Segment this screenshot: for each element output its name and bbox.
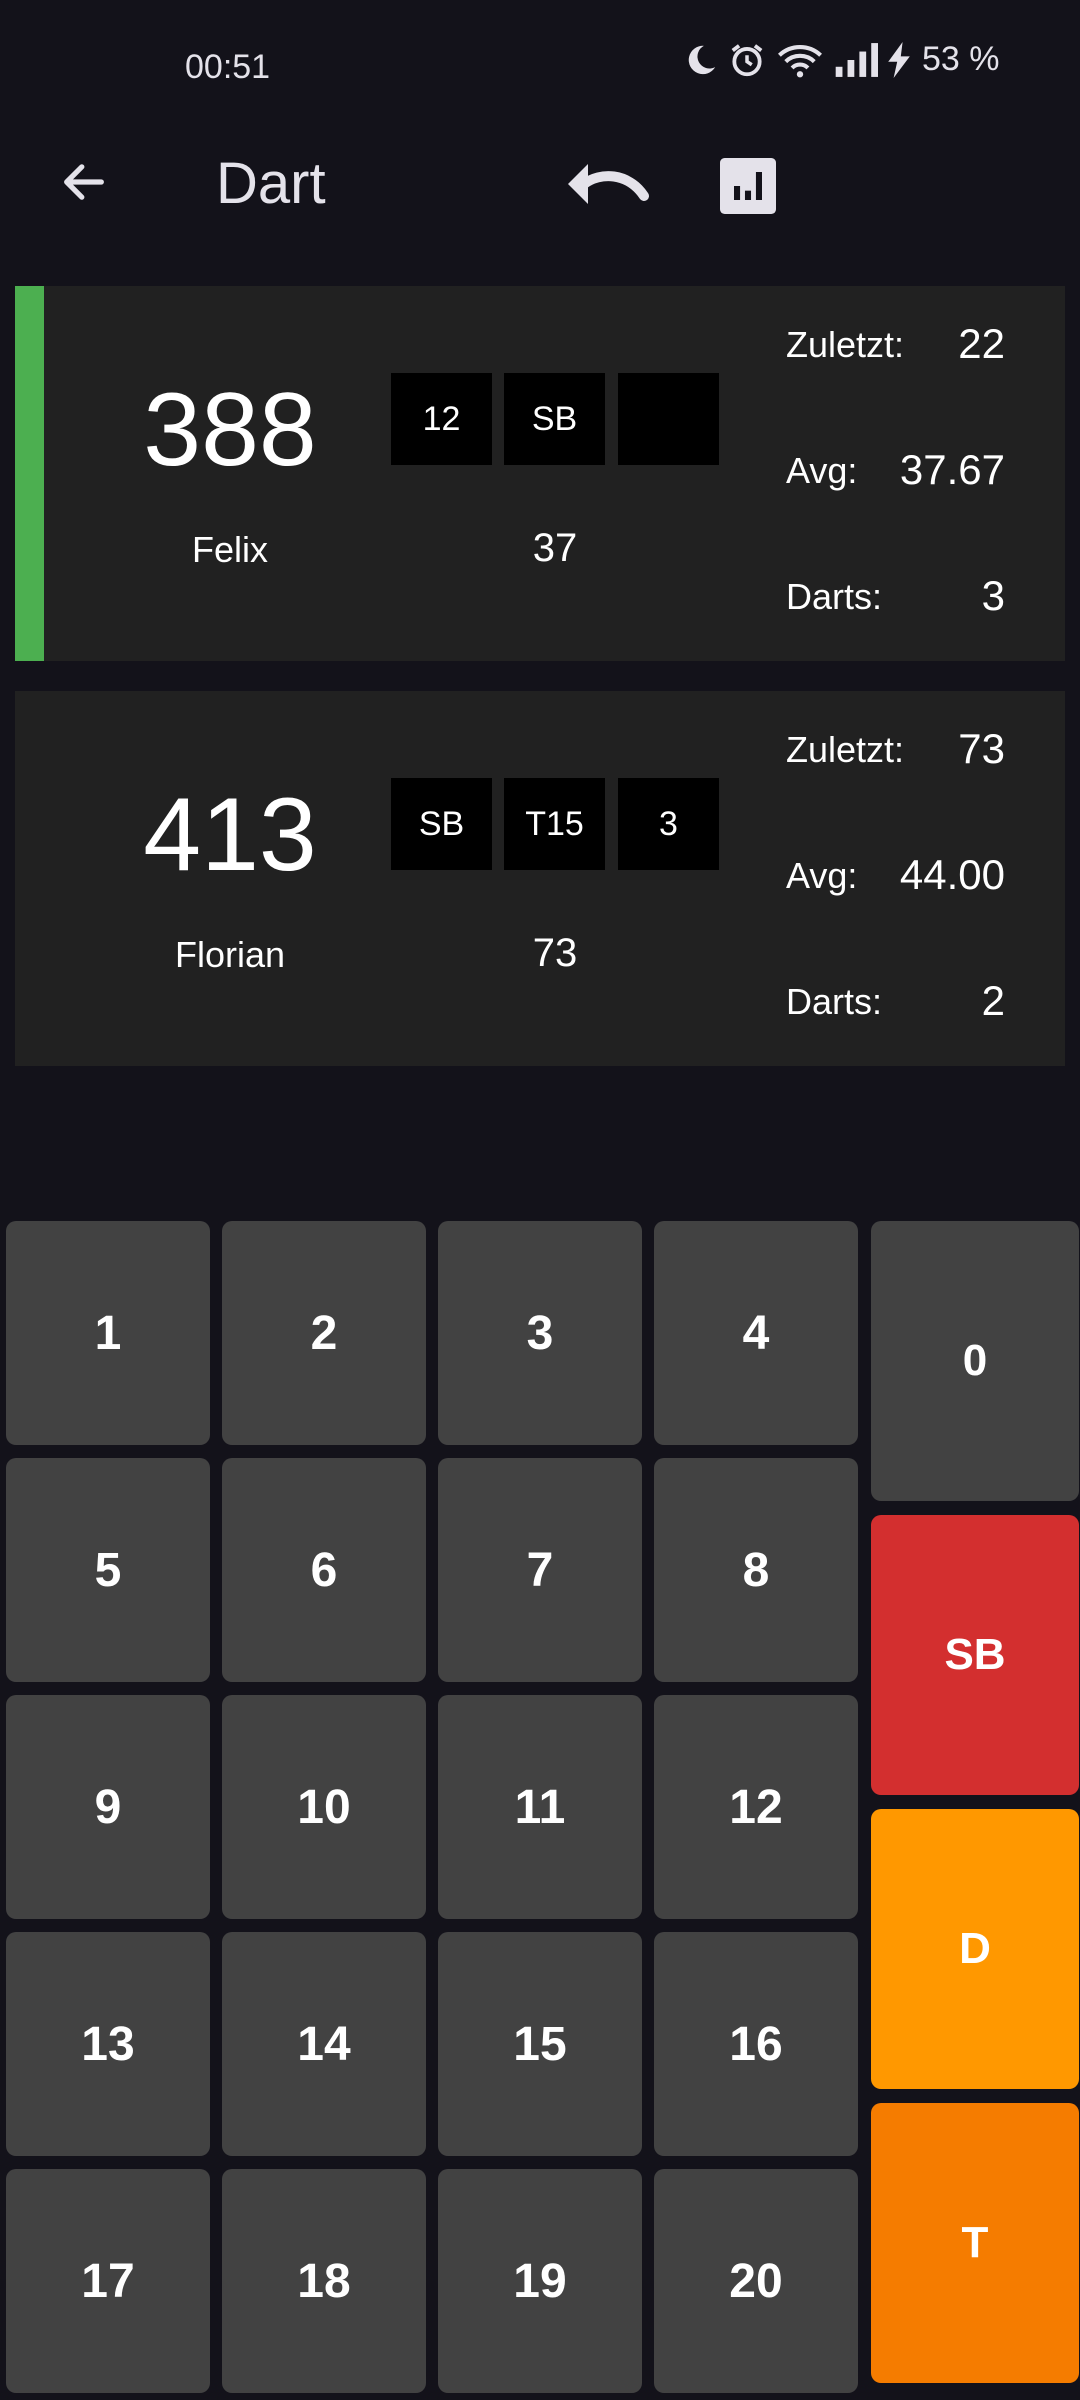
darts-label: Darts:: [786, 981, 883, 1022]
wifi-icon: [776, 41, 824, 79]
undo-icon: [564, 156, 652, 221]
key-13[interactable]: 13: [6, 1932, 210, 2156]
key-8[interactable]: 8: [654, 1458, 858, 1682]
player-score: 388: [143, 372, 317, 488]
avg-value: 37.67: [899, 446, 1005, 493]
avg-value: 44.00: [899, 851, 1005, 898]
player-card: 413 Florian SB T15 3 73 Zuletzt: 73 Avg:…: [15, 691, 1065, 1066]
last-value: 73: [958, 725, 1005, 772]
page-title: Dart: [216, 151, 326, 216]
round-total: 73: [532, 931, 578, 975]
key-18[interactable]: 18: [222, 2169, 426, 2393]
key-20[interactable]: 20: [654, 2169, 858, 2393]
avg-label: Avg:: [786, 450, 858, 491]
darts-label: Darts:: [786, 576, 883, 617]
key-3[interactable]: 3: [438, 1221, 642, 1445]
key-10[interactable]: 10: [222, 1695, 426, 1919]
alarm-icon: [728, 41, 766, 79]
key-5[interactable]: 5: [6, 1458, 210, 1682]
key-2[interactable]: 2: [222, 1221, 426, 1445]
bar-chart-icon: [720, 157, 776, 219]
player-name: Florian: [174, 934, 286, 975]
moon-icon: [684, 43, 718, 77]
status-time: 00:51: [185, 48, 271, 86]
throw-1: 12: [391, 373, 492, 465]
key-16[interactable]: 16: [654, 1932, 858, 2156]
throw-1: SB: [391, 778, 492, 870]
key-6[interactable]: 6: [222, 1458, 426, 1682]
arrow-left-icon: [58, 156, 110, 213]
darts-value: 2: [981, 977, 1005, 1024]
throw-2: T15: [504, 778, 605, 870]
key-12[interactable]: 12: [654, 1695, 858, 1919]
key-0[interactable]: 0: [871, 1221, 1079, 1501]
statistics-button[interactable]: [716, 156, 780, 220]
undo-button[interactable]: [560, 148, 656, 228]
key-9[interactable]: 9: [6, 1695, 210, 1919]
key-11[interactable]: 11: [438, 1695, 642, 1919]
key-7[interactable]: 7: [438, 1458, 642, 1682]
last-label: Zuletzt:: [786, 324, 905, 365]
round-total: 37: [532, 526, 578, 570]
charging-icon: [888, 41, 910, 78]
back-button[interactable]: [48, 148, 120, 220]
key-15[interactable]: 15: [438, 1932, 642, 2156]
player-card: 388 Felix 12 SB 37 Zuletzt: 22 Avg: 37.6…: [15, 286, 1065, 661]
single-bull-button[interactable]: SB: [871, 1515, 1079, 1795]
darts-value: 3: [981, 572, 1005, 619]
last-label: Zuletzt:: [786, 729, 905, 770]
active-player-indicator: [15, 286, 44, 661]
double-button[interactable]: D: [871, 1809, 1079, 2089]
key-4[interactable]: 4: [654, 1221, 858, 1445]
last-value: 22: [958, 320, 1005, 367]
player-name: Felix: [191, 529, 268, 570]
throw-3: [618, 373, 719, 465]
key-17[interactable]: 17: [6, 2169, 210, 2393]
signal-icon: [834, 42, 878, 77]
battery-percentage: 53 %: [922, 40, 1000, 78]
triple-button[interactable]: T: [871, 2103, 1079, 2383]
status-icons: 53 %: [684, 40, 1000, 79]
key-1[interactable]: 1: [6, 1221, 210, 1445]
throw-3: 3: [618, 778, 719, 870]
player-score: 413: [143, 777, 317, 893]
throw-2: SB: [504, 373, 605, 465]
key-14[interactable]: 14: [222, 1932, 426, 2156]
key-19[interactable]: 19: [438, 2169, 642, 2393]
avg-label: Avg:: [786, 855, 858, 896]
